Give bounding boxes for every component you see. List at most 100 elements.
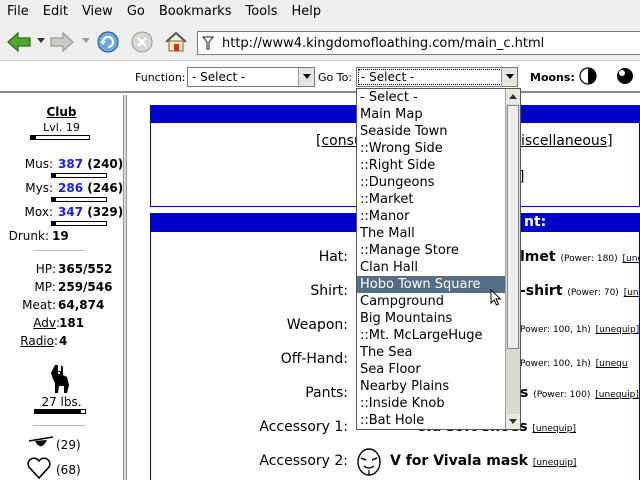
dropdown-option[interactable]: The Mall: [357, 225, 505, 242]
adventures-value: 181: [59, 316, 85, 330]
scrollbar-thumb[interactable]: [507, 105, 519, 349]
back-arrow-icon: [7, 31, 31, 53]
accessory1-unequip-link[interactable]: [unequip]: [532, 424, 576, 434]
dropdown-option[interactable]: ::Inside Knob: [357, 395, 505, 412]
shirt-item: -shirt (Power: 70) [unequ: [520, 283, 640, 299]
moons-label: Moons:: [530, 71, 575, 84]
effect-heart-icon[interactable]: [26, 457, 52, 480]
hat-slot-label: Hat:: [318, 249, 348, 265]
navigation-toolbar: http://www4.kingdomofloathing.com/main_c…: [0, 23, 640, 61]
pants-slot-label: Pants:: [305, 385, 348, 401]
shirt-item-name[interactable]: -shirt: [520, 283, 563, 299]
mysticality-buffed: 286: [58, 181, 84, 195]
offhand-item: Power: 100, 1h) [unequ: [520, 354, 628, 370]
shirt-slot-label: Shirt:: [310, 283, 348, 299]
character-class-link[interactable]: Club: [0, 105, 123, 119]
offhand-power: Power: 100, 1h): [520, 359, 591, 369]
character-level: Lvl. 19: [43, 121, 80, 134]
weapon-item: Power: 100, 1h) [unequip]: [520, 320, 639, 336]
address-bar[interactable]: http://www4.kingdomofloathing.com/main_c…: [197, 31, 640, 55]
vivala-mask-icon[interactable]: [355, 447, 383, 477]
dropdown-option-highlighted[interactable]: Hobo Town Square: [357, 276, 505, 293]
radio-link[interactable]: Radio: [20, 334, 54, 348]
menu-file[interactable]: File: [0, 4, 36, 19]
effect-eyepatch-icon[interactable]: [28, 435, 54, 453]
character-pane: Club Lvl. 19 Mus: 387 (240) Mys: 286 (24…: [0, 95, 123, 480]
scroll-down-button[interactable]: [506, 414, 520, 429]
miscellaneous-link[interactable]: iscellaneous]: [521, 133, 613, 149]
reload-button[interactable]: [94, 28, 122, 56]
moxie-progress-bar: [51, 221, 107, 226]
mysticality-label: Mys:: [25, 181, 53, 195]
familiar-progress-bar: [34, 409, 86, 414]
hp-label: HP:: [35, 262, 56, 276]
dropdown-option[interactable]: Seaside Town: [357, 123, 505, 140]
scroll-up-button[interactable]: [506, 89, 520, 104]
weapon-unequip-link[interactable]: [unequip]: [596, 325, 640, 335]
dropdown-scrollbar[interactable]: [505, 89, 520, 429]
menu-help[interactable]: Help: [285, 4, 329, 19]
dropdown-option[interactable]: ::Manage Store: [357, 242, 505, 259]
dropdown-option[interactable]: Main Map: [357, 106, 505, 123]
dropdown-option[interactable]: ::Wrong Side: [357, 140, 505, 157]
menu-go[interactable]: Go: [120, 4, 152, 19]
accessory2-unequip-link[interactable]: [unequip]: [533, 458, 577, 468]
dropdown-option[interactable]: - Select -: [357, 89, 505, 106]
dropdown-option[interactable]: Clan Hall: [357, 259, 505, 276]
offhand-unequip-link[interactable]: [unequ: [596, 359, 628, 369]
function-select-button[interactable]: [298, 68, 314, 86]
forward-arrow-icon: [50, 31, 74, 53]
function-label: Function:: [135, 71, 186, 84]
home-button[interactable]: [162, 28, 190, 56]
frame-divider[interactable]: [123, 95, 127, 480]
menu-bookmarks[interactable]: Bookmarks: [152, 4, 239, 19]
mysticality-base: (246): [87, 181, 124, 195]
dropdown-option[interactable]: ::Dungeons: [357, 174, 505, 191]
function-select[interactable]: - Select -: [187, 67, 315, 87]
dropdown-option[interactable]: Campground: [357, 293, 505, 310]
goto-select-value: - Select -: [361, 70, 415, 84]
level-progress-bar: [30, 135, 90, 140]
dropdown-option[interactable]: Nearby Plains: [357, 378, 505, 395]
dropdown-option[interactable]: ::Manor: [357, 208, 505, 225]
meat-label: Meat:: [22, 298, 56, 312]
menu-view[interactable]: View: [75, 4, 120, 19]
back-history-icon[interactable]: [37, 38, 45, 44]
divider: [33, 250, 85, 251]
pants-unequip-link[interactable]: [unequip]: [595, 390, 639, 400]
menu-tools[interactable]: Tools: [238, 4, 284, 19]
shirt-unequip-link[interactable]: [unequ: [624, 288, 640, 298]
moon-grimace-icon: [617, 68, 633, 84]
back-button[interactable]: [5, 28, 33, 56]
goto-select[interactable]: - Select -: [356, 67, 518, 87]
forward-button[interactable]: [48, 28, 76, 56]
divider: [33, 425, 85, 426]
dropdown-option[interactable]: The Sea: [357, 344, 505, 361]
dropdown-option[interactable]: Big Mountains: [357, 310, 505, 327]
goto-select-button[interactable]: [501, 68, 517, 86]
forward-history-icon[interactable]: [82, 38, 90, 44]
familiar-llama-icon[interactable]: [47, 363, 73, 395]
moxie-base: (329): [87, 205, 124, 219]
stop-button[interactable]: [128, 28, 156, 56]
pants-item-name[interactable]: s: [520, 385, 528, 401]
accessory2-item-name[interactable]: V for Vivala mask: [390, 453, 528, 469]
dropdown-option[interactable]: ::Right Side: [357, 157, 505, 174]
accessory2-slot-label: Accessory 2:: [259, 453, 348, 469]
hat-unequip-link[interactable]: [unequ: [622, 254, 640, 264]
dropdown-option[interactable]: ::Bat Hole: [357, 412, 505, 429]
hat-item-name[interactable]: lmet: [520, 249, 556, 265]
adventures-link[interactable]: Adv: [33, 316, 56, 330]
mouse-pointer-icon: [490, 289, 502, 306]
home-icon: [165, 31, 187, 52]
url-text: http://www4.kingdomofloathing.com/main_c…: [222, 35, 545, 51]
weapon-slot-label: Weapon:: [286, 317, 348, 333]
dropdown-option[interactable]: Sea Floor: [357, 361, 505, 378]
dropdown-option[interactable]: ::Mt. McLargeHuge: [357, 327, 505, 344]
mp-label: MP:: [34, 280, 56, 294]
dropdown-option[interactable]: ::Market: [357, 191, 505, 208]
menu-edit[interactable]: Edit: [36, 4, 75, 19]
goto-dropdown-list[interactable]: - Select - Main Map Seaside Town ::Wrong…: [356, 88, 521, 430]
hp-value: 365/552: [58, 262, 113, 276]
function-select-value: - Select -: [192, 70, 246, 84]
